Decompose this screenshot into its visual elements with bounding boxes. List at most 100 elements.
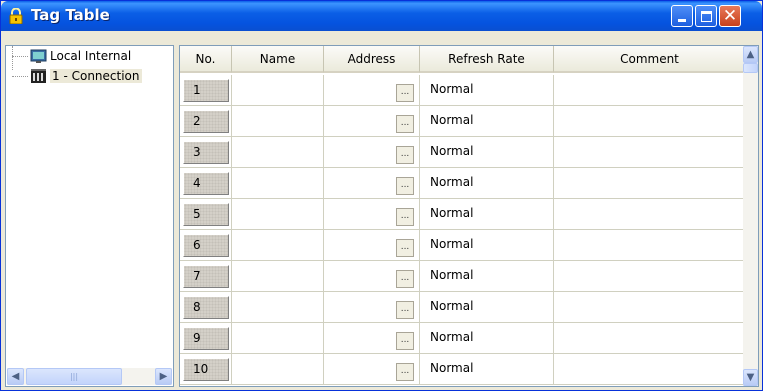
cell-refresh-rate[interactable]: Normal <box>420 230 554 261</box>
close-button[interactable]: ✕ <box>719 5 741 27</box>
refresh-rate-value: Normal <box>430 237 474 251</box>
row-header-button[interactable]: 8 <box>183 296 229 319</box>
cell-name[interactable] <box>232 168 324 199</box>
refresh-rate-value: Normal <box>430 113 474 127</box>
cell-name[interactable] <box>232 199 324 230</box>
row-header-button[interactable]: 7 <box>183 265 229 288</box>
cell-refresh-rate[interactable]: Normal <box>420 261 554 292</box>
horizontal-scrollbar[interactable]: ◀ ||| ▶ <box>7 368 172 385</box>
refresh-rate-value: Normal <box>430 175 474 189</box>
cell-comment[interactable] <box>554 354 746 385</box>
address-browse-button[interactable]: ... <box>396 332 414 350</box>
cell-name[interactable] <box>232 292 324 323</box>
row-header-button[interactable]: 6 <box>183 234 229 257</box>
row-header-button[interactable]: 4 <box>183 172 229 195</box>
cell-name[interactable] <box>232 230 324 261</box>
tree-item-connection[interactable]: 1 - Connection <box>6 68 173 86</box>
cell-refresh-rate[interactable]: Normal <box>420 106 554 137</box>
scroll-right-button[interactable]: ▶ <box>155 368 172 385</box>
cell-no: 1 <box>180 75 232 106</box>
cell-comment[interactable] <box>554 106 746 137</box>
cell-address[interactable]: ... <box>324 106 420 137</box>
row-header-button[interactable]: 3 <box>183 141 229 164</box>
cell-address[interactable]: ... <box>324 292 420 323</box>
column-header-name[interactable]: Name <box>232 46 324 73</box>
address-browse-button[interactable]: ... <box>396 146 414 164</box>
cell-name[interactable] <box>232 261 324 292</box>
scroll-down-button[interactable]: ▼ <box>743 369 758 386</box>
table-row[interactable]: 10... Normal <box>180 354 746 385</box>
cell-address[interactable]: ... <box>324 323 420 354</box>
cell-comment[interactable] <box>554 323 746 354</box>
table-row[interactable]: 3... Normal <box>180 137 746 168</box>
table-row[interactable]: 5... Normal <box>180 199 746 230</box>
cell-refresh-rate[interactable]: Normal <box>420 137 554 168</box>
cell-refresh-rate[interactable]: Normal <box>420 292 554 323</box>
cell-refresh-rate[interactable]: Normal <box>420 75 554 106</box>
tree-panel[interactable]: Local Internal 1 - Connection ◀ ||| ▶ <box>5 45 174 387</box>
address-browse-button[interactable]: ... <box>396 208 414 226</box>
cell-refresh-rate[interactable]: Normal <box>420 168 554 199</box>
cell-address[interactable]: ... <box>324 199 420 230</box>
row-header-button[interactable]: 1 <box>183 79 229 102</box>
scrollbar-thumb[interactable] <box>743 63 758 73</box>
monitor-icon <box>30 49 47 63</box>
table-row[interactable]: 6... Normal <box>180 230 746 261</box>
cell-name[interactable] <box>232 75 324 106</box>
table-row[interactable]: 8... Normal <box>180 292 746 323</box>
cell-comment[interactable] <box>554 230 746 261</box>
cell-comment[interactable] <box>554 261 746 292</box>
row-header-button[interactable]: 2 <box>183 110 229 133</box>
cell-no: 7 <box>180 261 232 292</box>
tag-table-window: Tag Table ✕ Local Internal 1 - Connectio… <box>0 0 763 391</box>
cell-address[interactable]: ... <box>324 137 420 168</box>
cell-address[interactable]: ... <box>324 168 420 199</box>
cell-comment[interactable] <box>554 292 746 323</box>
maximize-button[interactable] <box>695 5 717 27</box>
column-header-comment[interactable]: Comment <box>554 46 746 73</box>
column-header-refresh-rate[interactable]: Refresh Rate <box>420 46 554 73</box>
cell-address[interactable]: ... <box>324 261 420 292</box>
cell-comment[interactable] <box>554 137 746 168</box>
address-browse-button[interactable]: ... <box>396 177 414 195</box>
cell-comment[interactable] <box>554 75 746 106</box>
tree-connector <box>12 56 28 57</box>
table-row[interactable]: 7... Normal <box>180 261 746 292</box>
row-header-button[interactable]: 9 <box>183 327 229 350</box>
address-browse-button[interactable]: ... <box>396 270 414 288</box>
address-browse-button[interactable]: ... <box>396 363 414 381</box>
cell-refresh-rate[interactable]: Normal <box>420 323 554 354</box>
column-header-no[interactable]: No. <box>180 46 232 73</box>
scrollbar-thumb[interactable]: ||| <box>26 368 122 385</box>
cell-address[interactable]: ... <box>324 75 420 106</box>
table-row[interactable]: 1... Normal <box>180 75 746 106</box>
title-bar[interactable]: Tag Table ✕ <box>1 1 762 31</box>
vertical-scrollbar[interactable]: ▲ ▼ <box>743 46 758 386</box>
table-row[interactable]: 4... Normal <box>180 168 746 199</box>
cell-name[interactable] <box>232 354 324 385</box>
row-header-button[interactable]: 10 <box>183 358 229 381</box>
lock-icon <box>9 8 23 24</box>
cell-name[interactable] <box>232 137 324 168</box>
tree-item-local-internal[interactable]: Local Internal <box>6 48 173 66</box>
cell-address[interactable]: ... <box>324 354 420 385</box>
cell-name[interactable] <box>232 323 324 354</box>
minimize-button[interactable] <box>671 5 693 27</box>
address-browse-button[interactable]: ... <box>396 115 414 133</box>
address-browse-button[interactable]: ... <box>396 239 414 257</box>
table-row[interactable]: 2... Normal <box>180 106 746 137</box>
cell-name[interactable] <box>232 106 324 137</box>
row-header-button[interactable]: 5 <box>183 203 229 226</box>
column-header-address[interactable]: Address <box>324 46 420 73</box>
scroll-up-button[interactable]: ▲ <box>743 46 758 63</box>
minimize-icon <box>678 19 686 22</box>
table-row[interactable]: 9... Normal <box>180 323 746 354</box>
cell-comment[interactable] <box>554 168 746 199</box>
cell-comment[interactable] <box>554 199 746 230</box>
cell-refresh-rate[interactable]: Normal <box>420 199 554 230</box>
cell-address[interactable]: ... <box>324 230 420 261</box>
scroll-left-button[interactable]: ◀ <box>7 368 24 385</box>
address-browse-button[interactable]: ... <box>396 84 414 102</box>
address-browse-button[interactable]: ... <box>396 301 414 319</box>
cell-refresh-rate[interactable]: Normal <box>420 354 554 385</box>
